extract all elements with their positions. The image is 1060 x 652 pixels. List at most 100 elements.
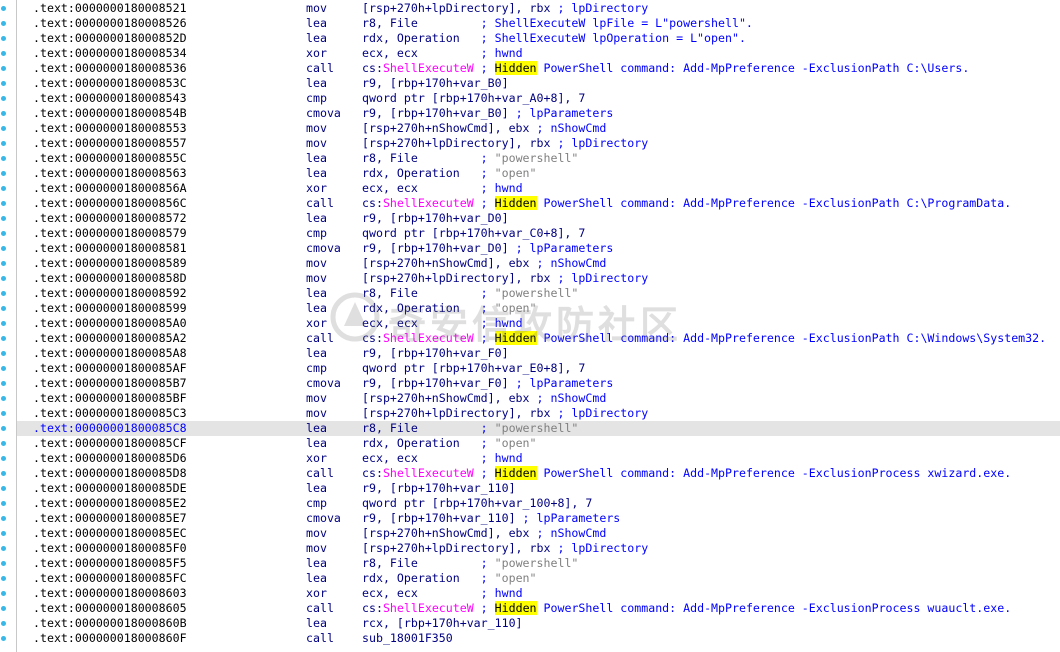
address[interactable]: .text:00000001800085A2 — [33, 331, 187, 346]
operand-text[interactable]: [rsp+270h+lpDirectory], rbx — [362, 1, 550, 15]
mnemonic[interactable]: mov — [306, 1, 327, 16]
mnemonic[interactable]: cmova — [306, 376, 341, 391]
operand-text[interactable]: [rsp+270h+lpDirectory], rbx — [362, 271, 550, 285]
mnemonic[interactable]: lea — [306, 16, 327, 31]
listing-row[interactable]: .text:0000000180008536 call cs:ShellExecut… — [17, 61, 1060, 76]
operand-text[interactable]: r8, File — [362, 16, 474, 30]
listing-row[interactable]: .text:00000001800085CF lea rdx, Operation … — [17, 436, 1060, 451]
address[interactable]: .text:000000018000856C — [33, 196, 187, 211]
address[interactable]: .text:00000001800085AF — [33, 361, 187, 376]
operand-text[interactable]: [rsp+270h+nShowCmd], ebx — [362, 256, 530, 270]
mnemonic[interactable]: call — [306, 631, 334, 646]
address[interactable]: .text:00000001800085FC — [33, 571, 187, 586]
operand-text[interactable]: r8, File — [362, 151, 474, 165]
mnemonic[interactable]: lea — [306, 211, 327, 226]
listing-row[interactable]: .text:000000018000856C call cs:ShellExecut… — [17, 196, 1060, 211]
mnemonic[interactable]: lea — [306, 151, 327, 166]
address[interactable]: .text:000000018000854B — [33, 106, 187, 121]
mnemonic[interactable]: xor — [306, 46, 327, 61]
mnemonic[interactable]: xor — [306, 316, 327, 331]
listing-row[interactable]: .text:0000000180008521 mov [rsp+270h+lpDir… — [17, 1, 1060, 16]
mnemonic[interactable]: call — [306, 61, 334, 76]
listing-row[interactable]: .text:000000018000852D lea rdx, Operation … — [17, 31, 1060, 46]
operand-text[interactable]: r8, File — [362, 421, 474, 435]
import-name[interactable]: ShellExecuteW — [383, 466, 474, 480]
listing-row[interactable]: .text:0000000180008572 lea r9, [rbp+170h+v… — [17, 211, 1060, 226]
listing-row[interactable]: .text:000000018000855C lea r8, File ; "pow… — [17, 151, 1060, 166]
listing-row[interactable]: .text:0000000180008599 lea rdx, Operation … — [17, 301, 1060, 316]
listing-row[interactable]: .text:00000001800085D8 call cs:ShellExecut… — [17, 466, 1060, 481]
operand-text[interactable]: [rsp+270h+nShowCmd], ebx — [362, 526, 530, 540]
address[interactable]: .text:0000000180008579 — [33, 226, 187, 241]
mnemonic[interactable]: cmp — [306, 361, 327, 376]
address[interactable]: .text:0000000180008563 — [33, 166, 187, 181]
operand-text[interactable]: r9, [rbp+170h+var_B0] — [362, 76, 509, 90]
address[interactable]: .text:0000000180008536 — [33, 61, 187, 76]
address[interactable]: .text:0000000180008603 — [33, 586, 187, 601]
mnemonic[interactable]: cmova — [306, 511, 341, 526]
operand-text[interactable]: r9, [rbp+170h+var_110] — [362, 511, 516, 525]
operand-text[interactable]: qword ptr [rbp+170h+var_100+8], 7 — [362, 496, 592, 510]
operand-text[interactable]: qword ptr [rbp+170h+var_E0+8], 7 — [362, 361, 585, 375]
mnemonic[interactable]: lea — [306, 166, 327, 181]
mnemonic[interactable]: mov — [306, 121, 327, 136]
operand-text[interactable]: [rsp+270h+lpDirectory], rbx — [362, 541, 550, 555]
listing-row[interactable]: .text:0000000180008592 lea r8, File ; "pow… — [17, 286, 1060, 301]
operand-text[interactable]: ecx, ecx — [362, 181, 474, 195]
operand-text[interactable]: cs: — [362, 466, 383, 480]
listing-row[interactable]: .text:00000001800085A8 lea r9, [rbp+170h+v… — [17, 346, 1060, 361]
listing-row[interactable]: .text:00000001800085A0 xor ecx, ecx ; hwnd — [17, 316, 1060, 331]
operand-text[interactable]: [rsp+270h+nShowCmd], ebx — [362, 121, 530, 135]
mnemonic[interactable]: lea — [306, 346, 327, 361]
address[interactable]: .text:0000000180008534 — [33, 46, 187, 61]
address[interactable]: .text:000000018000856A — [33, 181, 187, 196]
address[interactable]: .text:00000001800085A0 — [33, 316, 187, 331]
operand-text[interactable]: r9, [rbp+170h+var_B0] — [362, 106, 509, 120]
mnemonic[interactable]: lea — [306, 571, 327, 586]
breakpoint-gutter[interactable] — [0, 0, 17, 652]
mnemonic[interactable]: mov — [306, 406, 327, 421]
operand-text[interactable]: rdx, Operation — [362, 166, 474, 180]
address[interactable]: .text:0000000180008592 — [33, 286, 187, 301]
operand-text[interactable]: ecx, ecx — [362, 46, 474, 60]
address[interactable]: .text:00000001800085EC — [33, 526, 187, 541]
disassembly-listing[interactable]: .text:0000000180008521 mov [rsp+270h+lpDir… — [17, 1, 1060, 646]
listing-row[interactable]: .text:0000000180008553 mov [rsp+270h+nShow… — [17, 121, 1060, 136]
listing-row[interactable]: .text:00000001800085BF mov [rsp+270h+nShow… — [17, 391, 1060, 406]
listing-row-current[interactable]: .text:00000001800085C8 lea r8, File ; "pow… — [17, 421, 1060, 436]
operand-text[interactable]: cs: — [362, 601, 383, 615]
address[interactable]: .text:0000000180008557 — [33, 136, 187, 151]
listing-row[interactable]: .text:00000001800085C3 mov [rsp+270h+lpDir… — [17, 406, 1060, 421]
listing-row[interactable]: .text:00000001800085D6 xor ecx, ecx ; hwnd — [17, 451, 1060, 466]
operand-text[interactable]: rdx, Operation — [362, 31, 474, 45]
mnemonic[interactable]: mov — [306, 526, 327, 541]
mnemonic[interactable]: mov — [306, 541, 327, 556]
address[interactable]: .text:00000001800085A8 — [33, 346, 187, 361]
listing-row[interactable]: .text:0000000180008557 mov [rsp+270h+lpDir… — [17, 136, 1060, 151]
operand-text[interactable]: r9, [rbp+170h+var_D0] — [362, 211, 509, 225]
listing-row[interactable]: .text:0000000180008605 call cs:ShellExecut… — [17, 601, 1060, 616]
mnemonic[interactable]: call — [306, 466, 334, 481]
listing-row[interactable]: .text:00000001800085EC mov [rsp+270h+nShow… — [17, 526, 1060, 541]
operand-text[interactable]: ecx, ecx — [362, 451, 474, 465]
listing-row[interactable]: .text:000000018000860F call sub_18001F350 — [17, 631, 1060, 646]
operand-text[interactable]: rdx, Operation — [362, 436, 474, 450]
listing-row[interactable]: .text:000000018000853C lea r9, [rbp+170h+v… — [17, 76, 1060, 91]
operand-text[interactable]: rdx, Operation — [362, 571, 474, 585]
address[interactable]: .text:000000018000858D — [33, 271, 187, 286]
listing-row[interactable]: .text:00000001800085AF cmp qword ptr [rbp+… — [17, 361, 1060, 376]
listing-row[interactable]: .text:000000018000860B lea rcx, [rbp+170h+… — [17, 616, 1060, 631]
mnemonic[interactable]: call — [306, 601, 334, 616]
address[interactable]: .text:00000001800085D6 — [33, 451, 187, 466]
operand-text[interactable]: ecx, ecx — [362, 316, 474, 330]
listing-row[interactable]: .text:00000001800085F0 mov [rsp+270h+lpDir… — [17, 541, 1060, 556]
listing-row[interactable]: .text:0000000180008534 xor ecx, ecx ; hwnd — [17, 46, 1060, 61]
mnemonic[interactable]: xor — [306, 451, 327, 466]
listing-row[interactable]: .text:00000001800085A2 call cs:ShellExecut… — [17, 331, 1060, 346]
address[interactable]: .text:00000001800085D8 — [33, 466, 187, 481]
mnemonic[interactable]: lea — [306, 301, 327, 316]
operand-text[interactable]: rdx, Operation — [362, 301, 474, 315]
mnemonic[interactable]: cmp — [306, 226, 327, 241]
operand-text[interactable]: qword ptr [rbp+170h+var_A0+8], 7 — [362, 91, 585, 105]
address[interactable]: .text:00000001800085E2 — [33, 496, 187, 511]
